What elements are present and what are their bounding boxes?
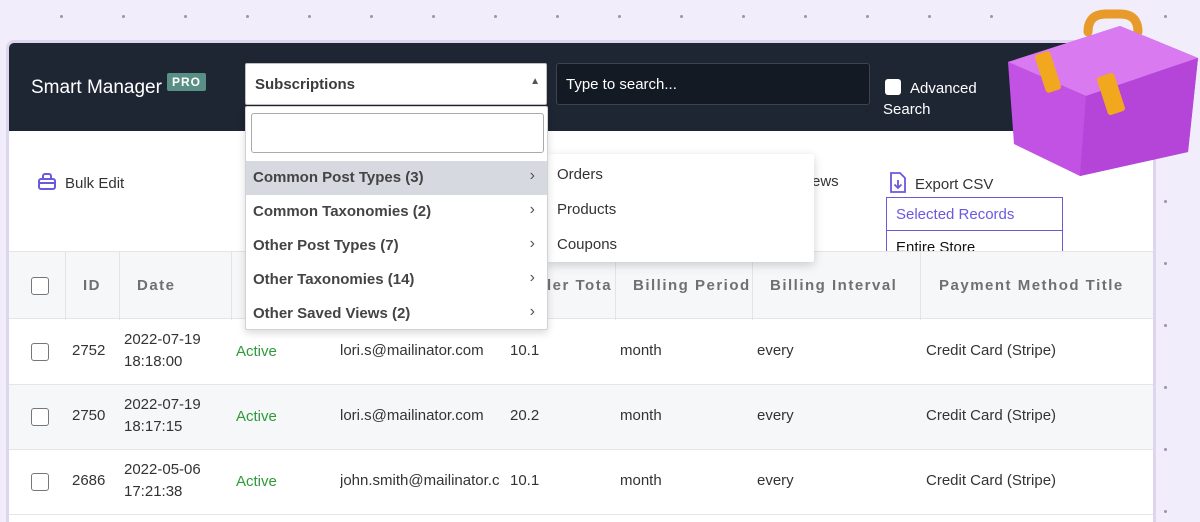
dropdown-search-input[interactable] [251, 113, 544, 153]
cell-payment-method: Credit Card (Stripe) [926, 407, 1057, 424]
cell-email: lori.s@mailinator.com [340, 407, 484, 424]
cell-time: 18:17:15 [124, 418, 183, 435]
cell-date: 2022-05-06 [124, 461, 201, 478]
cell-id: 2686 [72, 472, 106, 489]
cell-time: 18:18:00 [124, 353, 183, 370]
column-header-order-total[interactable]: der Tota [542, 252, 614, 320]
dropdown-item-label: Other Saved Views (2) [253, 305, 411, 322]
submenu-item-coupons[interactable]: Coupons [557, 236, 617, 253]
cell-id: 2752 [72, 342, 106, 359]
dashboard-select-value: Subscriptions [255, 76, 356, 93]
cell-status: Active [236, 473, 277, 490]
column-header-id[interactable]: ID [83, 252, 101, 320]
cell-billing-period: month [620, 407, 662, 424]
app-window: Smart Manager PRO Subscriptions ▲ Type t… [6, 40, 1156, 522]
chevron-right-icon: › [529, 269, 535, 286]
dropdown-item-common-taxonomies[interactable]: Common Taxonomies (2) › [246, 195, 547, 229]
bulk-edit-button[interactable]: Bulk Edit [37, 172, 124, 192]
column-header-payment-method-title[interactable]: Payment Method Title [939, 252, 1124, 320]
export-csv-label: Export CSV [915, 176, 994, 193]
app-header: Smart Manager PRO Subscriptions ▲ Type t… [9, 43, 1153, 131]
chevron-right-icon: › [529, 167, 535, 184]
column-header-billing-period[interactable]: Billing Period [633, 252, 751, 320]
dropdown-item-other-taxonomies[interactable]: Other Taxonomies (14) › [246, 263, 547, 297]
cell-email: john.smith@mailinator.c [340, 472, 500, 489]
caret-up-icon: ▲ [530, 76, 540, 87]
submenu-item-products[interactable]: Products [557, 201, 616, 218]
cell-status: Active [236, 343, 277, 360]
select-all-checkbox[interactable] [31, 277, 49, 295]
cell-billing-period: month [620, 472, 662, 489]
bulk-edit-label: Bulk Edit [65, 175, 125, 192]
cell-payment-method: Credit Card (Stripe) [926, 472, 1057, 489]
cell-billing-period: month [620, 342, 662, 359]
dropdown-item-common-post-types[interactable]: Common Post Types (3) › [246, 161, 547, 195]
table-row[interactable]: 2752 2022-07-19 18:18:00 Active lori.s@m… [9, 320, 1153, 385]
app-title: Smart Manager [31, 77, 162, 98]
cell-billing-interval: every [757, 342, 794, 359]
table-row[interactable]: 2686 2022-05-06 17:21:38 Active john.smi… [9, 450, 1153, 515]
chevron-right-icon: › [529, 303, 535, 320]
dropdown-item-label: Common Taxonomies (2) [253, 203, 432, 220]
row-checkbox[interactable] [31, 343, 49, 361]
chevron-right-icon: › [529, 201, 535, 218]
dashboard-select[interactable]: Subscriptions ▲ [245, 63, 547, 105]
dropdown-item-label: Other Post Types (7) [253, 237, 399, 254]
cell-billing-interval: every [757, 407, 794, 424]
dropdown-item-other-saved-views[interactable]: Other Saved Views (2) › [246, 297, 547, 331]
advanced-search-label-line1: Advanced [910, 80, 977, 97]
dropdown-item-label: Other Taxonomies (14) [253, 271, 415, 288]
dashboard-dropdown: Common Post Types (3) › Common Taxonomies… [245, 106, 548, 330]
cell-payment-method: Credit Card (Stripe) [926, 342, 1057, 359]
column-header-date[interactable]: Date [137, 252, 176, 320]
advanced-search-label-line2: Search [883, 101, 931, 118]
pro-badge: PRO [167, 73, 207, 91]
export-csv-button[interactable]: Export CSV [889, 172, 993, 194]
table-row[interactable]: 2750 2022-07-19 18:17:15 Active lori.s@m… [9, 385, 1153, 450]
dropdown-item-label: Common Post Types (3) [253, 169, 424, 186]
column-header-billing-interval[interactable]: Billing Interval [770, 252, 897, 320]
search-input[interactable]: Type to search... [556, 63, 870, 105]
export-csv-icon [890, 172, 906, 193]
cell-order-total: 10.1 [510, 472, 540, 489]
cell-time: 17:21:38 [124, 483, 183, 500]
chevron-right-icon: › [529, 235, 535, 252]
row-checkbox[interactable] [31, 408, 49, 426]
views-button[interactable]: ews [812, 173, 839, 190]
cell-date: 2022-07-19 [124, 331, 201, 348]
cell-order-total: 20.2 [510, 407, 540, 424]
advanced-search-label[interactable]: Advanced Search [883, 78, 977, 120]
cell-order-total: 10.1 [510, 342, 540, 359]
cell-id: 2750 [72, 407, 106, 424]
cell-email: lori.s@mailinator.com [340, 342, 484, 359]
row-checkbox[interactable] [31, 473, 49, 491]
dropdown-item-other-post-types[interactable]: Other Post Types (7) › [246, 229, 547, 263]
export-selected-records[interactable]: Selected Records [887, 198, 1062, 231]
cell-status: Active [236, 408, 277, 425]
bulk-edit-icon [38, 173, 56, 190]
cell-date: 2022-07-19 [124, 396, 201, 413]
submenu-item-orders[interactable]: Orders [557, 166, 603, 183]
cell-billing-interval: every [757, 472, 794, 489]
submenu-common-post-types: Orders Products Coupons [547, 154, 814, 262]
briefcase-icon [1008, 9, 1198, 176]
